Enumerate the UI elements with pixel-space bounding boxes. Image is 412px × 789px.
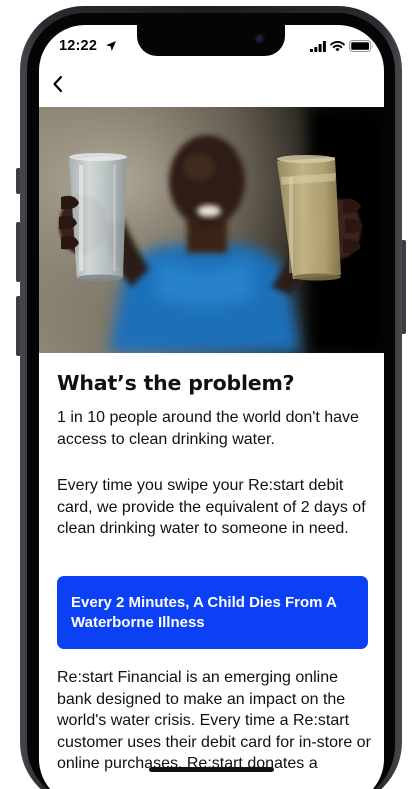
status-time: 12:22 bbox=[59, 38, 98, 54]
article-content: What’s the problem? 1 in 10 people aroun… bbox=[57, 371, 371, 772]
notch bbox=[137, 25, 285, 56]
front-camera bbox=[254, 33, 265, 44]
home-indicator[interactable] bbox=[149, 767, 274, 772]
waterborne-illness-button[interactable]: Every 2 Minutes, A Child Dies From A Wat… bbox=[57, 576, 368, 649]
location-arrow-icon bbox=[106, 41, 116, 51]
app-screen: 12:22 What’s the problem? 1 in 10 people… bbox=[39, 25, 384, 789]
chevron-left-icon[interactable] bbox=[51, 73, 67, 95]
cellular-signal-icon bbox=[310, 41, 326, 52]
wifi-icon bbox=[330, 40, 345, 52]
device-stage: 12:22 What’s the problem? 1 in 10 people… bbox=[0, 0, 412, 789]
about-paragraph: Re:start Financial is an emerging online… bbox=[57, 669, 371, 772]
intro-paragraph: 1 in 10 people around the world don't ha… bbox=[57, 409, 359, 448]
page-title: What’s the problem? bbox=[57, 371, 295, 395]
battery-icon bbox=[349, 40, 373, 52]
impact-paragraph: Every time you swipe your Re:start debit… bbox=[57, 477, 366, 537]
hero-illustration bbox=[39, 107, 384, 353]
hero-image bbox=[39, 107, 384, 353]
